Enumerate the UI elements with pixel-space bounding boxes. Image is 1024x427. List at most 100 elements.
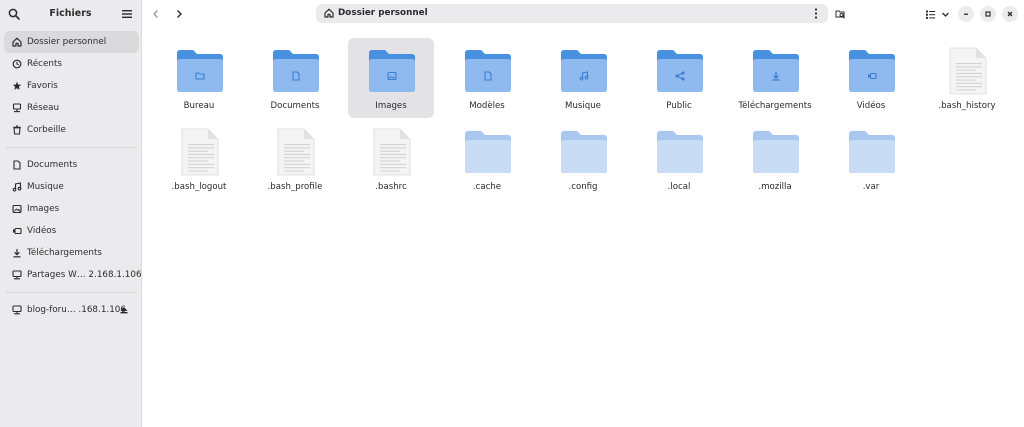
sidebar-header: Fichiers: [0, 0, 141, 28]
music-icon: [12, 182, 22, 192]
chevron-left-icon: [153, 10, 158, 18]
sidebar-item-downloads[interactable]: Téléchargements: [4, 242, 139, 264]
file-name: .var: [862, 182, 880, 192]
folder-item[interactable]: .cache: [444, 119, 530, 199]
folder-search-icon: [835, 10, 845, 19]
maximize-button[interactable]: [980, 6, 996, 22]
home-icon: [12, 37, 22, 47]
sidebar-item-label: Réseau: [27, 103, 60, 113]
sidebar-divider: [6, 147, 137, 148]
app-title: Fichiers: [49, 8, 92, 19]
search-folder-button[interactable]: [833, 7, 847, 21]
forward-button[interactable]: [172, 7, 186, 21]
folder-folder-icon: [176, 47, 224, 95]
folder-item[interactable]: Bureau: [156, 38, 242, 118]
network-drive-icon: [12, 305, 22, 315]
folder-icon: [848, 128, 896, 176]
home-icon: [324, 8, 334, 18]
sidebar-divider: [6, 292, 137, 293]
sidebar-item-label: Téléchargements: [27, 248, 102, 258]
file-name: Téléchargements: [738, 101, 812, 111]
file-item[interactable]: .bash_profile: [252, 119, 338, 199]
sidebar-item-documents[interactable]: Documents: [4, 154, 139, 176]
back-button[interactable]: [149, 7, 163, 21]
folder-icon: [560, 128, 608, 176]
sidebar-item-windows-share[interactable]: Partages W… 2.168.1.106: [4, 264, 142, 286]
sidebar-item-recent[interactable]: Récents: [4, 53, 139, 75]
sidebar: Fichiers Dossier personnel Récents Favor…: [0, 0, 142, 427]
sidebar-list: Dossier personnel Récents Favoris Réseau…: [4, 31, 142, 321]
folder-item[interactable]: Vidéos: [828, 38, 914, 118]
file-name: Public: [666, 101, 692, 111]
folder-item[interactable]: .local: [636, 119, 722, 199]
sidebar-item-label: Documents: [27, 160, 78, 170]
sidebar-item-label: blog-foru… .168.1.106: [27, 305, 126, 315]
network-share-icon: [12, 270, 22, 280]
path-bar[interactable]: Dossier personnel: [316, 4, 828, 23]
sidebar-item-label: Récents: [27, 59, 62, 69]
folder-icon: [656, 128, 704, 176]
folder-icon: [752, 128, 800, 176]
sidebar-item-label: Vidéos: [27, 226, 57, 236]
file-name: .cache: [472, 182, 502, 192]
minimize-icon: [964, 13, 968, 15]
sidebar-item-trash[interactable]: Corbeille: [4, 119, 139, 141]
file-name: .bash_profile: [267, 182, 323, 192]
folder-item[interactable]: Documents: [252, 38, 338, 118]
sidebar-item-network[interactable]: Réseau: [4, 97, 139, 119]
music-folder-icon: [560, 47, 608, 95]
folder-item[interactable]: .var: [828, 119, 914, 199]
sidebar-item-label: Corbeille: [27, 125, 66, 135]
sidebar-item-starred[interactable]: Favoris: [4, 75, 139, 97]
sidebar-item-label: Partages W… 2.168.1.106: [27, 270, 142, 280]
folder-item[interactable]: Modèles: [444, 38, 530, 118]
file-name: Bureau: [183, 101, 215, 111]
file-name: .config: [568, 182, 598, 192]
trash-icon: [12, 125, 22, 135]
folder-item[interactable]: .mozilla: [732, 119, 818, 199]
file-name: .local: [667, 182, 691, 192]
folder-item[interactable]: Téléchargements: [732, 38, 818, 118]
file-item[interactable]: .bash_history: [924, 38, 1010, 118]
file-name: Vidéos: [856, 101, 886, 111]
list-view-icon: [925, 10, 935, 19]
network-icon: [12, 103, 22, 113]
sidebar-item-label: Dossier personnel: [27, 37, 107, 47]
folder-item[interactable]: Musique: [540, 38, 626, 118]
download-icon: [12, 248, 22, 258]
file-item[interactable]: .bash_logout: [156, 119, 242, 199]
more-options-icon[interactable]: [814, 8, 818, 19]
share-folder-icon: [656, 47, 704, 95]
folder-item[interactable]: Images: [348, 38, 434, 118]
sidebar-item-mount[interactable]: blog-foru… .168.1.106: [4, 299, 139, 321]
current-path: Dossier personnel: [338, 8, 428, 18]
close-icon: [1007, 11, 1013, 17]
sidebar-item-pictures[interactable]: Images: [4, 198, 139, 220]
minimize-button[interactable]: [958, 6, 974, 22]
file-name: .bash_logout: [171, 182, 227, 192]
maximize-icon: [985, 11, 991, 17]
file-name: Images: [375, 101, 407, 111]
file-item[interactable]: .bashrc: [348, 119, 434, 199]
file-name: .mozilla: [758, 182, 792, 192]
folder-icon: [464, 128, 512, 176]
document-folder-icon: [464, 47, 512, 95]
file-name: Musique: [565, 101, 601, 111]
view-mode-button[interactable]: [923, 7, 937, 21]
download-folder-icon: [752, 47, 800, 95]
sidebar-item-label: Favoris: [27, 81, 58, 91]
sidebar-item-home[interactable]: Dossier personnel: [4, 31, 139, 53]
folder-item[interactable]: Public: [636, 38, 722, 118]
close-button[interactable]: [1002, 6, 1018, 22]
hamburger-menu-icon[interactable]: [121, 9, 133, 19]
sidebar-item-videos[interactable]: Vidéos: [4, 220, 139, 242]
text-file-icon: [944, 47, 992, 95]
file-name: .bashrc: [375, 182, 407, 192]
sidebar-item-music[interactable]: Musique: [4, 176, 139, 198]
folder-item[interactable]: .config: [540, 119, 626, 199]
view-options-dropdown[interactable]: [938, 7, 952, 21]
clock-icon: [12, 59, 22, 69]
star-icon: [12, 81, 22, 91]
file-name: Modèles: [469, 101, 505, 111]
eject-icon[interactable]: [119, 305, 129, 315]
